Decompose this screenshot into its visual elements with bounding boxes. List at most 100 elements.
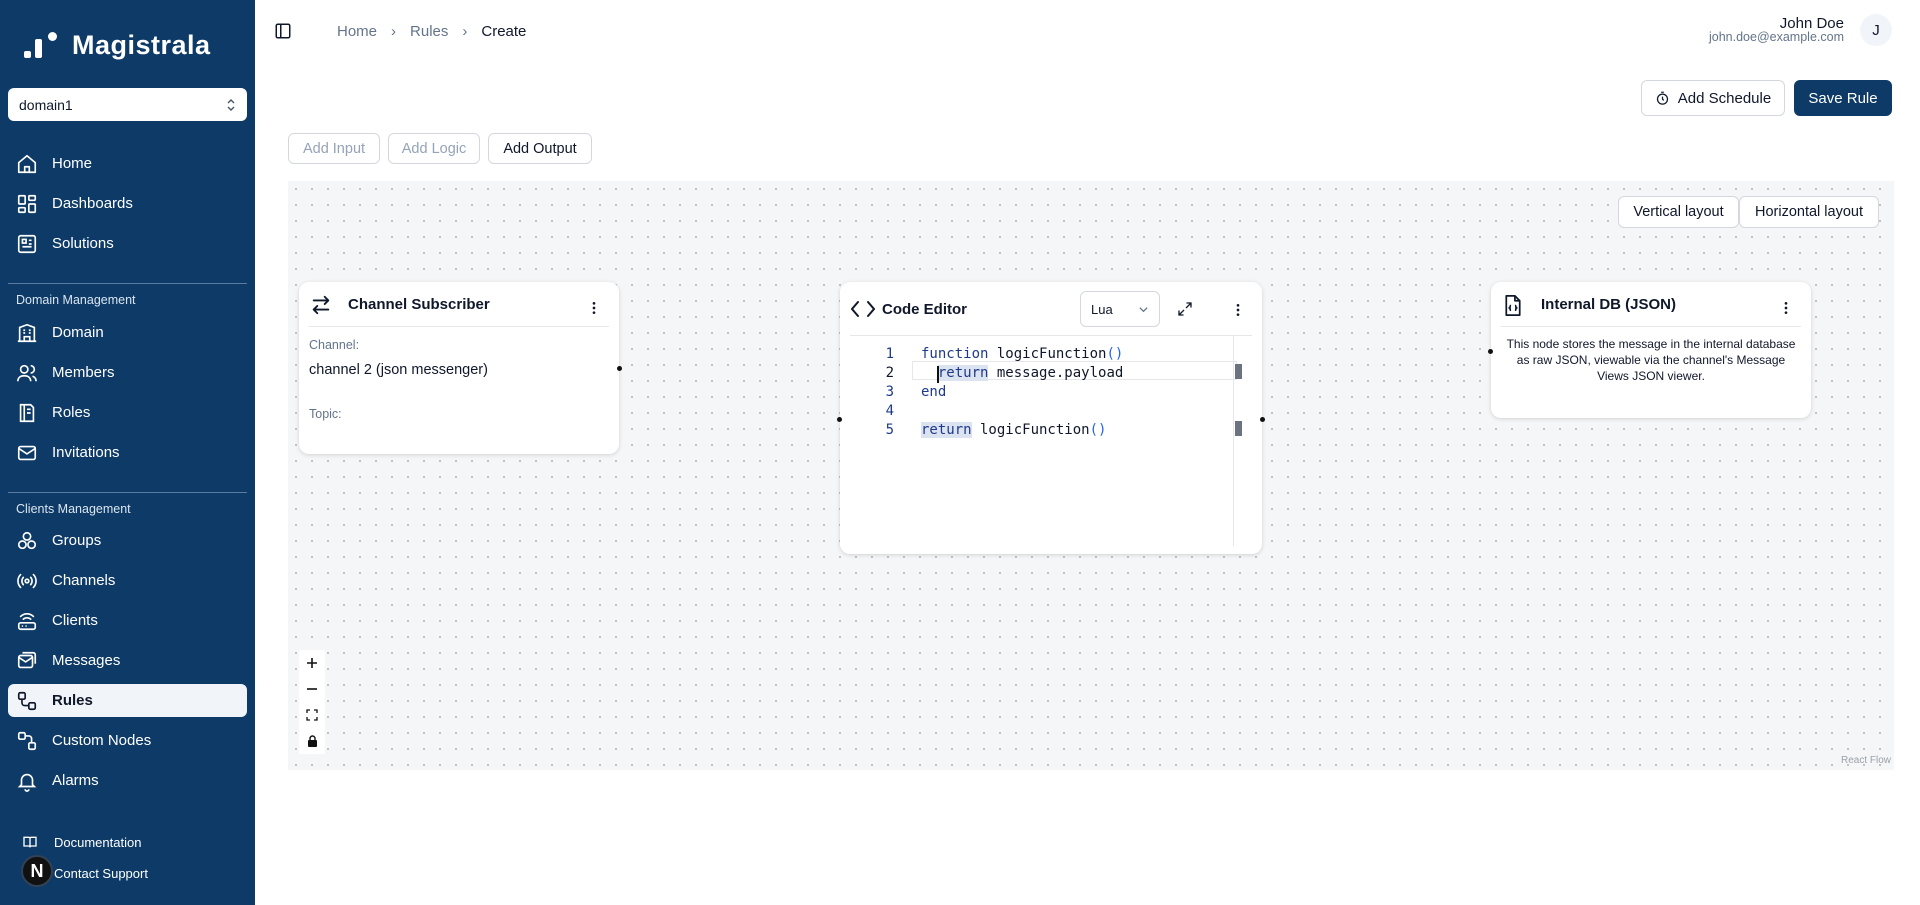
add-schedule-button[interactable]: Add Schedule <box>1641 80 1785 116</box>
sidebar-item-label: Custom Nodes <box>52 732 152 749</box>
sidebar-item-solutions[interactable]: Solutions <box>8 227 247 260</box>
sidebar-item-dashboards[interactable]: Dashboards <box>8 187 247 220</box>
domain-select[interactable]: domain1 <box>8 88 247 121</box>
home-icon <box>17 154 37 173</box>
more-vertical-icon[interactable] <box>1778 300 1794 316</box>
sidebar-item-rules[interactable]: Rules <box>8 684 247 717</box>
user-email: john.doe@example.com <box>1709 30 1844 45</box>
sidebar-item-roles[interactable]: Roles <box>8 396 247 429</box>
react-flow-attribution[interactable]: React Flow <box>1841 755 1891 766</box>
sidebar-item-channels[interactable]: Channels <box>8 564 247 597</box>
messages-icon <box>17 651 37 668</box>
user-name: John Doe <box>1779 15 1844 33</box>
sidebar-item-label: Groups <box>52 532 102 549</box>
sidebar-item-home[interactable]: Home <box>8 147 247 180</box>
avatar[interactable]: J <box>1860 14 1892 46</box>
code-editor-area[interactable]: 1 2 3 4 5 function logicFunction() retur… <box>850 336 1252 546</box>
sidebar-item-groups[interactable]: Groups <box>8 524 247 557</box>
internal-db-node[interactable]: Internal DB (JSON) This node stores the … <box>1488 282 1811 418</box>
scrollbar-thumb[interactable] <box>1235 364 1242 379</box>
file-json-icon <box>1505 295 1521 316</box>
sidebar-item-custom-nodes[interactable]: Custom Nodes <box>8 724 247 757</box>
maximize-icon[interactable] <box>1177 301 1193 317</box>
add-input-button[interactable]: Add Input <box>288 133 380 164</box>
node-description: This node stores the message in the inte… <box>1506 337 1796 383</box>
sidebar-item-label: Rules <box>52 692 93 709</box>
zoom-in-button[interactable] <box>299 650 325 676</box>
divider <box>8 283 247 284</box>
avatar[interactable]: N <box>21 855 53 887</box>
roles-icon <box>19 403 35 422</box>
sidebar-item-members[interactable]: Members <box>8 356 247 389</box>
add-output-button[interactable]: Add Output <box>488 133 592 164</box>
save-rule-button[interactable]: Save Rule <box>1794 80 1892 116</box>
chevrons-up-down-icon <box>226 98 236 112</box>
sidebar-item-invitations[interactable]: Invitations <box>8 436 247 469</box>
sidebar-item-domain[interactable]: Domain <box>8 316 247 349</box>
user-menu[interactable]: John Doe john.doe@example.com J <box>1709 14 1892 46</box>
code-icon <box>851 301 875 317</box>
documentation-link[interactable]: Documentation <box>22 834 141 850</box>
input-handle[interactable] <box>837 417 842 422</box>
sidebar-item-label: Dashboards <box>52 195 133 212</box>
router-icon <box>17 612 37 630</box>
add-logic-label: Add Logic <box>401 140 467 157</box>
code-line: return logicFunction() <box>921 422 1107 438</box>
channel-value: channel 2 (json messenger) <box>309 362 488 378</box>
building-icon <box>17 323 37 342</box>
sidebar-toggle-icon[interactable] <box>274 22 292 40</box>
section-domain-management: Domain Management <box>16 293 136 307</box>
brand-name: Magistrala <box>72 30 211 60</box>
sidebar-item-label: Messages <box>52 652 121 669</box>
custom-nodes-icon <box>17 731 37 750</box>
more-vertical-icon[interactable] <box>1230 302 1246 318</box>
more-vertical-icon[interactable] <box>586 300 602 316</box>
lock-icon <box>307 735 317 747</box>
domain-select-value: domain1 <box>19 96 73 113</box>
sidebar-item-alarms[interactable]: Alarms <box>8 764 247 797</box>
output-handle[interactable] <box>617 366 622 371</box>
horizontal-layout-button[interactable]: Horizontal layout <box>1739 196 1879 228</box>
scrollbar-marker <box>1235 421 1242 436</box>
rules-icon <box>17 691 37 710</box>
input-handle[interactable] <box>1488 349 1493 354</box>
mail-icon <box>17 445 37 460</box>
code-line: end <box>921 384 947 400</box>
language-value: Lua <box>1091 301 1113 317</box>
node-title: Internal DB (JSON) <box>1541 296 1677 313</box>
breadcrumb-home[interactable]: Home <box>337 23 377 40</box>
flow-canvas[interactable]: Vertical layout Horizontal layout Channe… <box>288 181 1894 770</box>
code-editor-node[interactable]: Code Editor Lua 1 2 3 4 5 function logic… <box>837 282 1265 554</box>
divider <box>8 492 247 493</box>
node-title: Channel Subscriber <box>348 296 490 313</box>
plus-icon <box>307 658 317 668</box>
vertical-layout-button[interactable]: Vertical layout <box>1618 196 1739 228</box>
node-title: Code Editor <box>882 301 967 318</box>
fit-view-icon <box>306 709 318 721</box>
add-logic-button[interactable]: Add Logic <box>388 133 480 164</box>
code-line: function logicFunction() <box>921 346 1124 362</box>
sidebar-item-label: Channels <box>52 572 116 589</box>
radio-icon <box>17 573 37 588</box>
output-handle[interactable] <box>1260 417 1265 422</box>
channel-subscriber-node[interactable]: Channel Subscriber Channel: channel 2 (j… <box>299 282 622 454</box>
language-select[interactable]: Lua <box>1080 291 1160 327</box>
add-schedule-label: Add Schedule <box>1677 89 1772 107</box>
sidebar: Magistrala domain1 Home Dashboards Solut… <box>0 0 255 905</box>
sidebar-item-clients[interactable]: Clients <box>8 604 247 637</box>
fit-view-button[interactable] <box>299 702 325 728</box>
contact-support-label: Contact Support <box>54 866 148 881</box>
book-icon <box>23 836 37 848</box>
toggle-interactivity-button[interactable] <box>299 728 325 754</box>
chevron-right-icon: › <box>462 23 468 40</box>
brand-logo[interactable]: Magistrala <box>22 30 211 61</box>
breadcrumb-current: Create <box>481 23 527 40</box>
text-cursor <box>937 366 939 383</box>
zoom-out-button[interactable] <box>299 676 325 702</box>
sidebar-item-messages[interactable]: Messages <box>8 644 247 677</box>
breadcrumb-rules[interactable]: Rules <box>410 23 448 40</box>
bell-icon <box>17 773 37 792</box>
save-rule-label: Save Rule <box>1808 89 1878 107</box>
line-number: 3 <box>885 384 894 400</box>
sidebar-item-label: Roles <box>52 404 91 421</box>
